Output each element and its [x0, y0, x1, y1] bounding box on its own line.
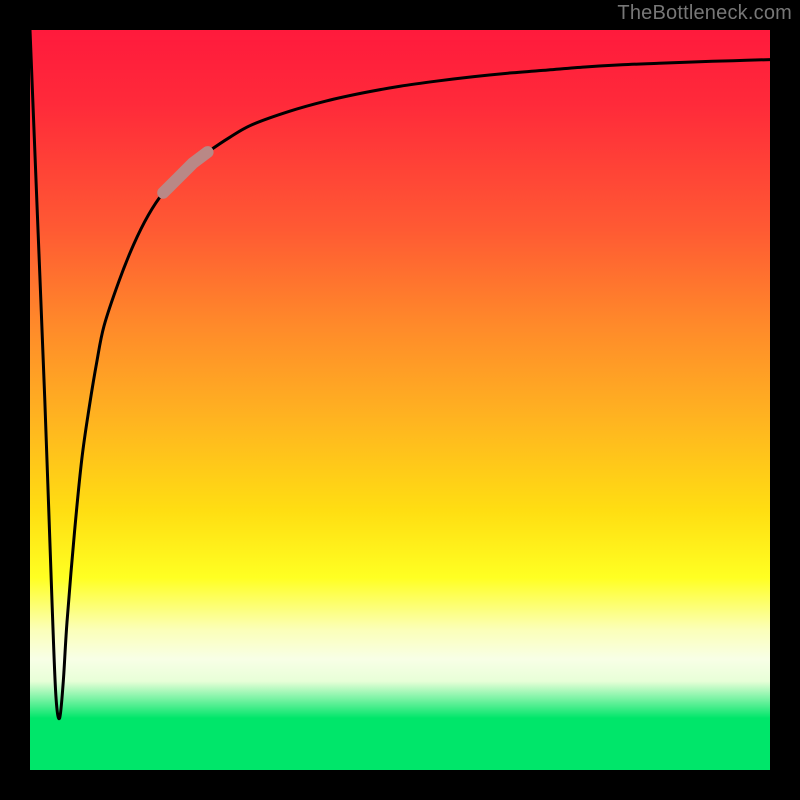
plot-area [30, 30, 770, 770]
curve-highlight-segment [163, 152, 207, 193]
watermark-text: TheBottleneck.com [617, 2, 792, 25]
bottleneck-curve-path [30, 30, 770, 719]
curve-svg [30, 30, 770, 770]
chart-frame: TheBottleneck.com [0, 0, 800, 800]
